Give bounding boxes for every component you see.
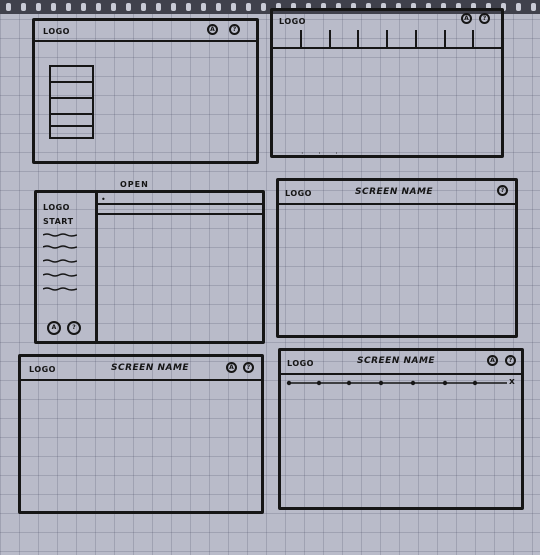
sidebar-item[interactable] bbox=[43, 273, 77, 277]
spiral-hole bbox=[36, 3, 41, 11]
help-icon[interactable]: ? bbox=[505, 355, 516, 366]
spiral-hole bbox=[6, 3, 11, 11]
spiral-hole bbox=[81, 3, 86, 11]
sidebar-item[interactable] bbox=[43, 287, 77, 291]
sidebar-item[interactable] bbox=[43, 233, 77, 237]
spiral-hole bbox=[516, 3, 521, 11]
user-icon[interactable]: A bbox=[487, 355, 498, 366]
tab[interactable] bbox=[273, 30, 302, 47]
header-bar: LOGO A ? bbox=[273, 11, 501, 30]
spiral-hole bbox=[111, 3, 116, 11]
spiral-hole bbox=[201, 3, 206, 11]
wireframe-sketch-3: LOGO START A ? • bbox=[34, 190, 265, 344]
logo-label: LOGO bbox=[43, 203, 70, 212]
user-icon[interactable]: A bbox=[47, 321, 61, 335]
wireframe-sketch-1: LOGO A ? bbox=[32, 18, 259, 164]
user-icon[interactable]: A bbox=[226, 362, 237, 373]
logo-label: LOGO bbox=[43, 27, 70, 36]
help-icon[interactable]: ? bbox=[497, 185, 508, 196]
logo-label: LOGO bbox=[29, 365, 56, 374]
sidebar-item[interactable] bbox=[43, 259, 77, 263]
header-bar: LOGO SCREEN NAME ? bbox=[279, 181, 515, 205]
spiral-hole bbox=[21, 3, 26, 11]
spiral-hole bbox=[141, 3, 146, 11]
menu-list bbox=[49, 65, 94, 139]
help-icon[interactable]: ? bbox=[479, 13, 490, 24]
wireframe-sketch-5: LOGO SCREEN NAME A ? bbox=[18, 354, 264, 514]
spiral-hole bbox=[216, 3, 221, 11]
wireframe-sketch-6: LOGO SCREEN NAME A ? x bbox=[278, 348, 524, 510]
spiral-hole bbox=[231, 3, 236, 11]
spiral-hole bbox=[156, 3, 161, 11]
logo-label: LOGO bbox=[287, 359, 314, 368]
tab[interactable] bbox=[302, 30, 331, 47]
progress-stepper bbox=[286, 380, 507, 386]
spiral-hole bbox=[186, 3, 191, 11]
spiral-hole bbox=[96, 3, 101, 11]
spiral-hole bbox=[261, 3, 266, 11]
spiral-hole bbox=[531, 3, 536, 11]
spiral-hole bbox=[171, 3, 176, 11]
help-icon[interactable]: ? bbox=[243, 362, 254, 373]
logo-label: LOGO bbox=[285, 189, 312, 198]
open-label: OPEN bbox=[120, 180, 149, 189]
user-icon[interactable]: A bbox=[207, 24, 218, 35]
wireframe-sketch-2: LOGO A ? · · · bbox=[270, 8, 504, 158]
header-bar: LOGO SCREEN NAME A ? bbox=[281, 351, 521, 375]
tab-bar bbox=[273, 30, 501, 49]
header-bar: LOGO SCREEN NAME A ? bbox=[21, 357, 261, 381]
help-icon[interactable]: ? bbox=[67, 321, 81, 335]
tab[interactable] bbox=[474, 30, 501, 47]
tab[interactable] bbox=[331, 30, 360, 47]
tab[interactable] bbox=[388, 30, 417, 47]
dropdown-open-area[interactable] bbox=[98, 193, 262, 205]
start-label: START bbox=[43, 217, 74, 226]
spiral-hole bbox=[246, 3, 251, 11]
tab[interactable] bbox=[417, 30, 446, 47]
header-bar: LOGO A ? bbox=[35, 21, 256, 42]
tab[interactable] bbox=[359, 30, 388, 47]
spiral-hole bbox=[126, 3, 131, 11]
sidebar: LOGO START A ? bbox=[37, 193, 98, 341]
progress-close-marker: x bbox=[509, 377, 515, 387]
screen-name-title: SCREEN NAME bbox=[355, 187, 434, 197]
wireframe-sketch-4: LOGO SCREEN NAME ? bbox=[276, 178, 518, 338]
dropdown-list-line bbox=[98, 207, 262, 215]
screen-name-title: SCREEN NAME bbox=[111, 363, 190, 373]
spiral-hole bbox=[66, 3, 71, 11]
tab[interactable] bbox=[446, 30, 475, 47]
screen-name-title: SCREEN NAME bbox=[357, 356, 436, 366]
help-icon[interactable]: ? bbox=[229, 24, 240, 35]
spiral-hole bbox=[51, 3, 56, 11]
dropdown-bullet: • bbox=[101, 195, 106, 204]
user-icon[interactable]: A bbox=[461, 13, 472, 24]
logo-label: LOGO bbox=[279, 17, 306, 26]
sidebar-item[interactable] bbox=[43, 245, 77, 249]
pagination-dots: · · · bbox=[301, 149, 344, 158]
